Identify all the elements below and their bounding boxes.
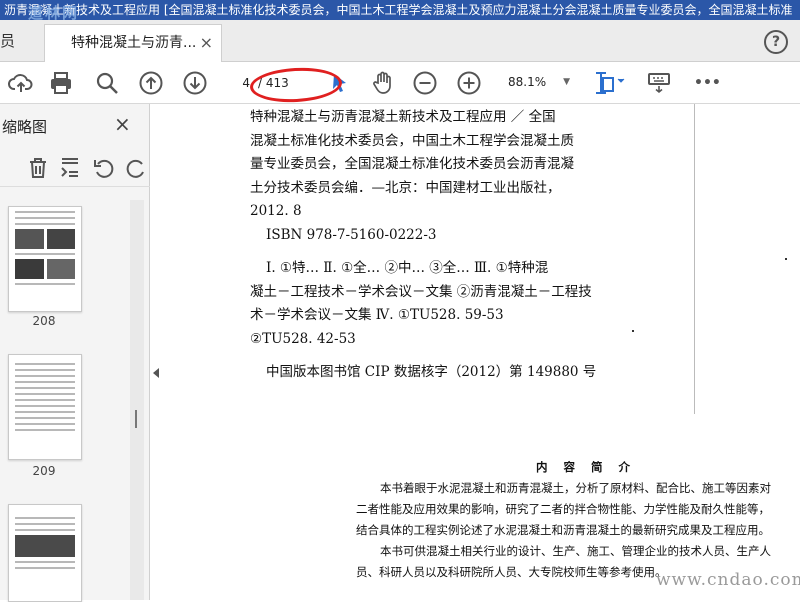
zoom-select[interactable]: 88.1% ▼ bbox=[502, 70, 574, 94]
upload-cloud-icon[interactable] bbox=[8, 70, 34, 96]
scrollbar-grip[interactable] bbox=[135, 410, 137, 428]
rotate-right-icon[interactable] bbox=[124, 156, 144, 180]
thumbnail-page-label: 209 bbox=[32, 464, 56, 478]
page-thumbnail[interactable] bbox=[8, 206, 82, 312]
page-number-input[interactable]: 4 bbox=[228, 73, 250, 93]
delete-icon[interactable] bbox=[26, 156, 50, 180]
next-page-icon[interactable] bbox=[182, 70, 208, 96]
page-edge bbox=[694, 104, 695, 414]
summary-line: 本书着眼于水泥混凝土和沥青混凝土，分析了原材料、配合比、施工等因素对 bbox=[380, 481, 771, 495]
cip-line: ②TU528. 42-53 bbox=[250, 330, 356, 347]
cip-line: 混凝土标准化技术委员会，中国土木工程学会混凝土质 bbox=[250, 132, 574, 149]
cip-line: 量专业委员会，全国混凝土标准化技术委员会沥青混凝 bbox=[250, 156, 574, 172]
window-title-bar: 沥青混凝土新技术及工程应用 [全国混凝土标准化技术委员会，中国土木工程学会混凝土… bbox=[0, 0, 800, 20]
zoom-out-icon[interactable] bbox=[412, 70, 438, 96]
tab-bar: 员 特种混凝土与沥青... × ? bbox=[0, 20, 800, 62]
cip-line: ISBN 978-7-5160-0222-3 bbox=[266, 226, 437, 243]
chevron-down-icon: ▼ bbox=[563, 77, 570, 87]
panel-scrollbar[interactable] bbox=[130, 200, 144, 600]
fit-page-icon[interactable] bbox=[592, 70, 626, 96]
previous-page-icon[interactable] bbox=[138, 70, 164, 96]
thumbnail-toolbar bbox=[0, 150, 150, 187]
read-mode-icon[interactable] bbox=[646, 70, 672, 96]
zoom-in-icon[interactable] bbox=[456, 70, 482, 96]
thumbnails-panel: 缩略图 × 208 209 bbox=[0, 104, 150, 602]
window-title: 沥青混凝土新技术及工程应用 [全国混凝土标准化技术委员会，中国土木工程学会混凝土… bbox=[4, 3, 793, 17]
tab-home[interactable]: 员 bbox=[0, 20, 40, 62]
more-options-icon[interactable]: ••• bbox=[694, 70, 721, 96]
cip-line: 术－学术会议－文集 Ⅳ. ①TU528. 59-53 bbox=[250, 307, 504, 323]
hand-tool-icon[interactable] bbox=[370, 70, 396, 96]
panel-title: 缩略图 bbox=[2, 118, 48, 136]
summary-line: 本书可供混凝土相关行业的设计、生产、施工、管理企业的技术人员、生产人 bbox=[380, 544, 771, 558]
content-summary: 内 容 简 介 本书着眼于水泥混凝土和沥青混凝土，分析了原材料、配合比、施工等因… bbox=[356, 456, 796, 583]
cip-line: 土分技术委员会编．—北京：中国建材工业出版社， bbox=[250, 179, 561, 196]
cip-line: 凝土－工程技术－学术会议－文集 ②沥青混凝土－工程技 bbox=[250, 283, 592, 300]
thumbnail-page-label: 208 bbox=[32, 314, 56, 328]
site-watermark: www.cndao.com bbox=[656, 570, 800, 590]
zoom-value: 88.1% bbox=[508, 75, 547, 89]
help-button[interactable]: ? bbox=[764, 30, 788, 54]
panel-close-icon[interactable]: × bbox=[114, 112, 131, 136]
extract-page-icon[interactable] bbox=[58, 156, 82, 180]
cip-line: 2012. 8 bbox=[250, 203, 302, 219]
rotate-left-icon[interactable] bbox=[92, 156, 116, 180]
summary-line: 二者性能及应用效果的影响，研究了二者的拌合物性能、力学性能及耐久性能等， bbox=[356, 502, 770, 516]
print-icon[interactable] bbox=[48, 70, 74, 96]
cip-line: 特种混凝土与沥青混凝土新技术及工程应用 ／ 全国 bbox=[250, 109, 556, 125]
scan-speck bbox=[632, 330, 634, 332]
tab-close-icon[interactable]: × bbox=[200, 25, 213, 61]
cip-record: 特种混凝土与沥青混凝土新技术及工程应用 ／ 全国 混凝土标准化技术委员会，中国土… bbox=[250, 106, 610, 385]
summary-heading: 内 容 简 介 bbox=[535, 460, 636, 474]
tab-document[interactable]: 特种混凝土与沥青... × bbox=[44, 24, 222, 62]
tab-document-label: 特种混凝土与沥青... bbox=[71, 35, 197, 51]
summary-line: 结合具体的工程实例论述了水泥混凝土和沥青混凝土的最新研究成果及工程应用。 bbox=[356, 523, 770, 537]
page-thumbnail[interactable] bbox=[8, 354, 82, 460]
page-thumbnail[interactable] bbox=[8, 504, 82, 602]
search-icon[interactable] bbox=[94, 70, 120, 96]
scan-speck bbox=[785, 258, 787, 260]
toolbar: 4 / 413 88.1% ▼ ••• bbox=[0, 62, 800, 104]
cip-line: Ⅰ. ①特… Ⅱ. ①全… ②中… ③全… Ⅲ. ①特种混 bbox=[266, 260, 549, 276]
collapse-panel-icon[interactable] bbox=[153, 368, 159, 378]
cip-line: 中国版本图书馆 CIP 数据核字（2012）第 149880 号 bbox=[266, 364, 597, 380]
